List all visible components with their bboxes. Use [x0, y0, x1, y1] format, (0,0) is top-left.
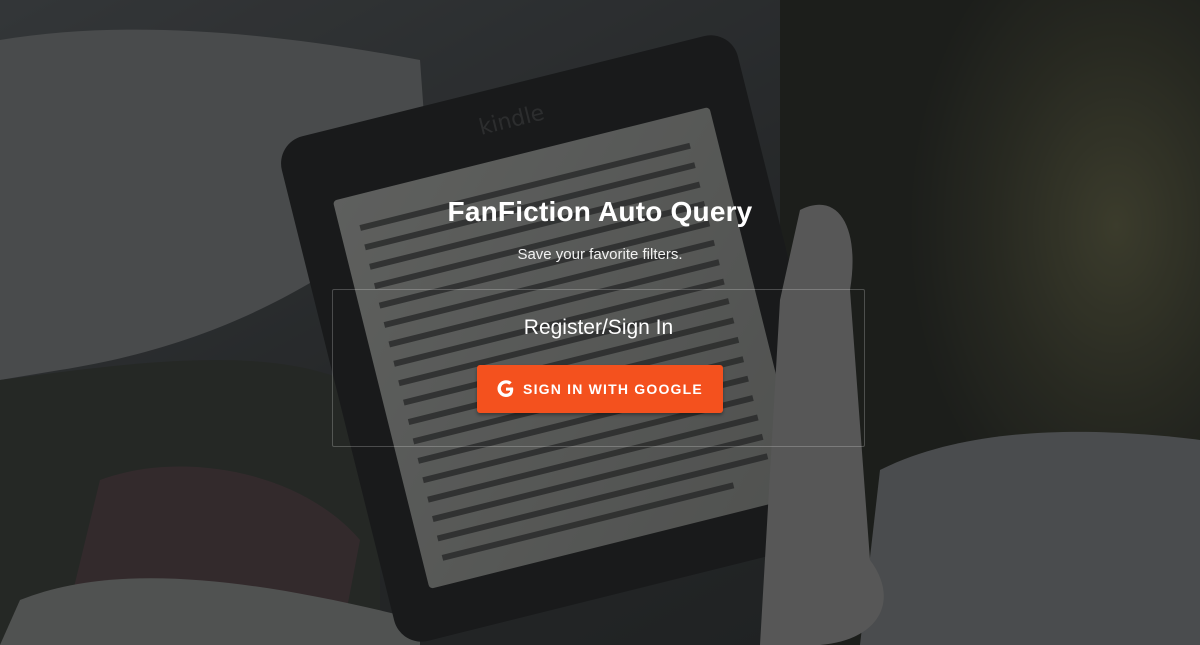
google-button-label: SIGN IN WITH GOOGLE — [523, 381, 703, 397]
google-g-icon — [497, 380, 515, 398]
card-heading: Register/Sign In — [523, 316, 674, 339]
page: kindle FanFiction Auto Query Save your f… — [0, 0, 1200, 645]
app-title: FanFiction Auto Query — [447, 196, 753, 227]
sign-in-card: Register/Sign In SIGN IN WITH GOOGLE — [332, 289, 865, 447]
main-content: FanFiction Auto Query Save your favorite… — [0, 0, 1200, 645]
app-subtitle: Save your favorite filters. — [517, 246, 683, 263]
sign-in-with-google-button[interactable]: SIGN IN WITH GOOGLE — [477, 365, 723, 413]
